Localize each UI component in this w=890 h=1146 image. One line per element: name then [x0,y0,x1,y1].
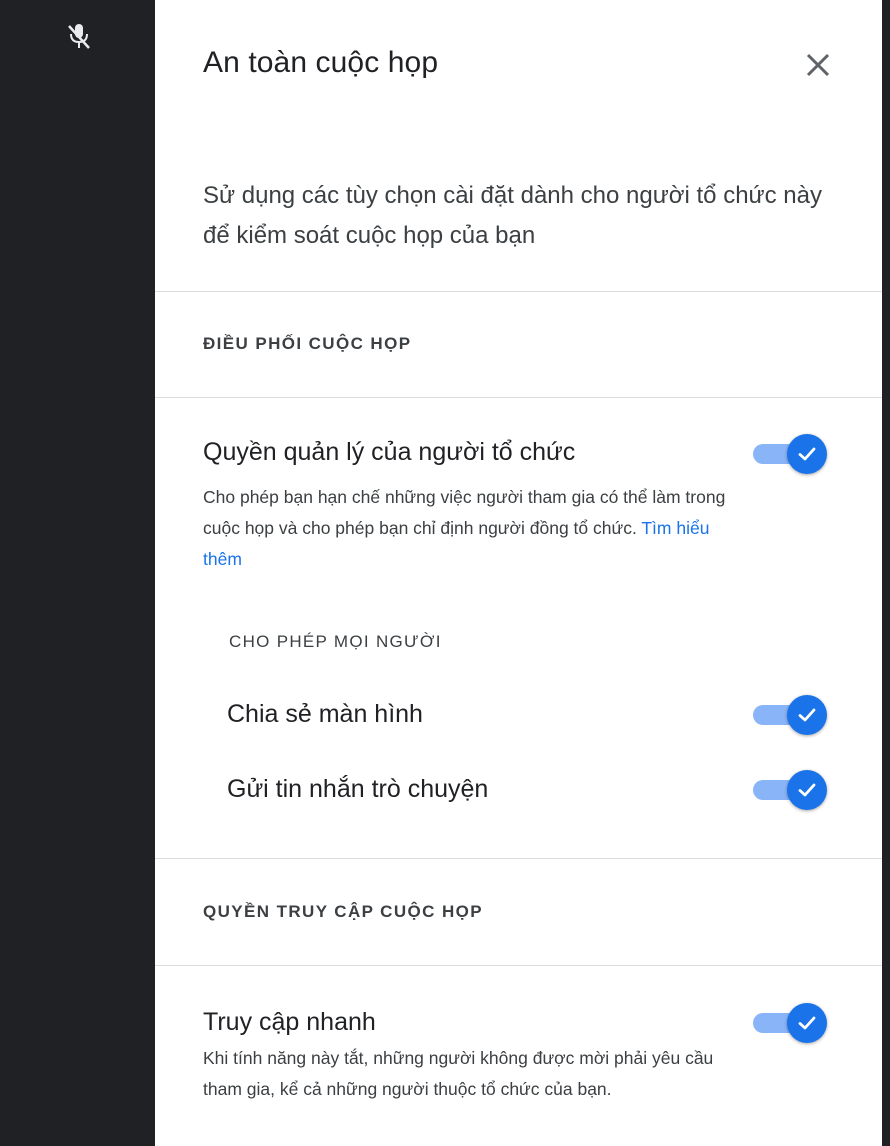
host-management-description: Cho phép bạn hạn chế những việc người th… [203,482,743,575]
toggle-knob [787,770,827,810]
right-edge [882,0,890,1146]
section-header-host-controls: ĐIỀU PHỐI CUỘC HỌP [203,334,412,353]
host-management-title: Quyền quản lý của người tổ chức [203,438,576,466]
divider [155,965,882,966]
screen-share-toggle[interactable] [753,695,829,735]
check-icon [798,708,816,722]
check-icon [798,783,816,797]
quick-access-toggle[interactable] [753,1003,829,1043]
quick-access-description: Khi tính năng này tắt, những người không… [203,1048,714,1099]
toggle-knob [787,434,827,474]
close-icon[interactable] [805,52,831,78]
divider [155,291,882,292]
meeting-sidebar [0,0,155,1146]
close-button[interactable] [801,48,835,82]
chat-message-toggle[interactable] [753,770,829,810]
quick-access-title: Truy cập nhanh [203,1008,376,1036]
host-management-toggle[interactable] [753,434,829,474]
toggle-knob [787,1003,827,1043]
subheader-allow-everyone: CHO PHÉP MỌI NGƯỜI [229,632,442,651]
screen-share-label: Chia sẻ màn hình [227,700,423,728]
mic-off-icon[interactable] [64,20,94,56]
toggle-knob [787,695,827,735]
divider [155,858,882,859]
chat-message-label: Gửi tin nhắn trò chuyện [227,775,489,803]
panel-description: Sử dụng các tùy chọn cài đặt dành cho ng… [203,182,822,249]
divider [155,397,882,398]
check-icon [798,1016,816,1030]
check-icon [798,447,816,461]
panel-title: An toàn cuộc họp [203,46,439,79]
section-header-meeting-access: QUYỀN TRUY CẬP CUỘC HỌP [203,902,483,921]
meeting-safety-panel: An toàn cuộc họp Sử dụng các tùy chọn cà… [155,0,882,1146]
